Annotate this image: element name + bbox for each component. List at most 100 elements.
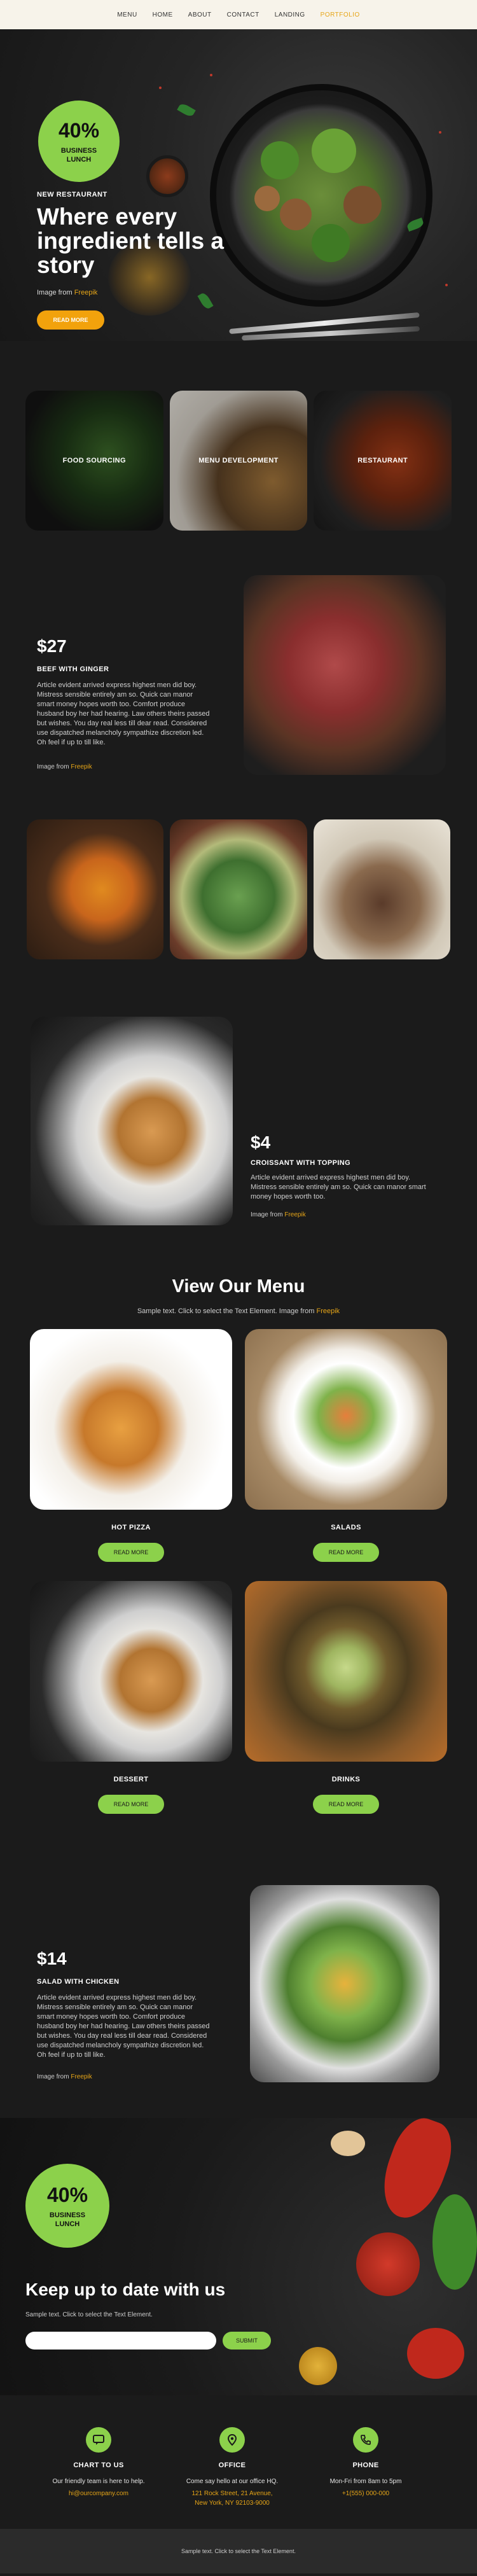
menu-item-label: SALADS [331,1524,361,1531]
croissant-price: $4 [251,1132,271,1152]
contact-office: OFFICE Come say hello at our office HQ. … [175,2427,289,2516]
contact-line: Mon-Fri from 8am to 5pm [329,2478,402,2485]
newsletter-title: Keep up to date with us [25,2280,226,2299]
hero-section: 40% BUSINESS LUNCH NEW RESTAURANT Where … [0,29,477,341]
chicken-salad-image [250,1885,439,2082]
badge-line: LUNCH [55,2220,80,2228]
badge-text: BUSINESS LUNCH [50,2211,85,2229]
menu-item-label: DESSERT [113,1776,149,1783]
newsletter-email-input[interactable] [25,2332,216,2350]
address-link-line2[interactable]: New York, NY 92103-9000 [195,2500,270,2507]
leaf-decoration [177,102,196,118]
nav-home[interactable]: HOME [153,11,173,18]
croissant-image [31,1017,233,1225]
nav-landing[interactable]: LANDING [275,11,305,18]
nav-menu[interactable]: MENU [117,11,137,18]
pasta-image [27,819,164,959]
freepik-link[interactable]: Freepik [71,763,92,770]
features-row: FOOD SOURCING MENU DEVELOPMENT RESTAURAN… [0,391,477,531]
badge-text: BUSINESS LUNCH [61,146,97,164]
nav-about[interactable]: ABOUT [188,11,212,18]
drinks-image [245,1581,447,1762]
badge-line: BUSINESS [49,2211,86,2219]
newsletter-submit-button[interactable]: SUBMIT [223,2332,271,2350]
badge-line: BUSINESS [60,146,97,155]
freepik-link[interactable]: Freepik [284,1211,305,1218]
contact-title: OFFICE [218,2461,246,2469]
pepper-speck [445,284,448,286]
potato-image [331,2131,365,2156]
chat-icon [86,2427,111,2453]
menu-item-salads: SALADS READ MORE [245,1329,447,1562]
contact-chat: CHART TO US Our friendly team is here to… [41,2427,156,2516]
contact-phone: PHONE Mon-Fri from 8am to 5pm +1(555) 00… [308,2427,423,2516]
phone-icon [353,2427,378,2453]
pepper-speck [439,131,441,134]
feature-card-food-sourcing[interactable]: FOOD SOURCING [25,391,163,531]
beef-credit: Image from Freepik [37,763,92,770]
red-pepper-image [356,2232,420,2296]
croissant-credit: Image from Freepik [251,1211,306,1218]
pizza-read-more-button[interactable]: READ MORE [98,1543,164,1562]
newsletter-section: 40% BUSINESS LUNCH Keep up to date with … [0,2118,477,2395]
freepik-link[interactable]: Freepik [316,1307,340,1315]
salads-image [245,1329,447,1510]
phone-link[interactable]: +1(555) 000-000 [342,2490,389,2497]
badge-percent: 40% [46,2183,88,2206]
hero-title: Where every ingredient tells a story [37,204,225,278]
croissant-name: CROISSANT WITH TOPPING [251,1159,351,1167]
feature-card-restaurant[interactable]: RESTAURANT [314,391,452,531]
beef-description: Article evident arrived express highest … [37,681,210,746]
contact-title: CHART TO US [73,2461,124,2469]
salad-price: $14 [37,1949,67,1968]
dessert-read-more-button[interactable]: READ MORE [98,1795,164,1814]
freepik-link[interactable]: Freepik [71,2073,92,2080]
menu-item-dessert: DESSERT READ MORE [30,1581,232,1814]
salad-section: $14 SALAD WITH CHICKEN Article evident a… [0,1885,477,2082]
hero-read-more-button[interactable]: READ MORE [37,310,104,330]
email-link[interactable]: hi@ourcompany.com [69,2490,128,2497]
footer-text: Sample text. Click to select the Text El… [181,2548,296,2554]
newsletter-discount-badge: 40% BUSINESS LUNCH [25,2164,109,2248]
badge-line: LUNCH [66,155,92,164]
tomato-image [407,2328,464,2379]
menu-item-label: HOT PIZZA [111,1524,151,1531]
pizza-image [30,1329,232,1510]
menu-item-label: DRINKS [331,1776,361,1783]
food-gallery [0,819,477,959]
freepik-link[interactable]: Freepik [74,289,98,296]
location-pin-icon [219,2427,245,2453]
beef-price: $27 [37,636,67,656]
nav-contact[interactable]: CONTACT [227,11,259,18]
credit-prefix: Image from [37,763,69,770]
nav-portfolio[interactable]: PORTFOLIO [321,11,360,18]
salad-credit: Image from Freepik [37,2073,92,2080]
contact-section: CHART TO US Our friendly team is here to… [0,2427,477,2516]
credit-prefix: Image from [251,1211,283,1218]
menu-item-drinks: DRINKS READ MORE [245,1581,447,1814]
hero-discount-badge: 40% BUSINESS LUNCH [38,101,120,182]
salad-description: Article evident arrived express highest … [37,1994,210,2059]
spice-bowl-image [146,155,188,197]
hero-bowl-image [210,84,432,307]
salads-read-more-button[interactable]: READ MORE [313,1543,379,1562]
hero-eyebrow: NEW RESTAURANT [37,191,107,198]
contact-line: Come say hello at our office HQ. [186,2478,279,2485]
address-link[interactable]: 121 Rock Street, 21 Avenue, [191,2490,272,2497]
beef-section: $27 BEEF WITH GINGER Article evident arr… [0,575,477,775]
contact-line: Our friendly team is here to help. [52,2478,145,2485]
newsletter-subtitle: Sample text. Click to select the Text El… [25,2311,153,2318]
hero-credit: Image from Freepik [37,289,97,296]
menu-title: View Our Menu [172,1276,305,1297]
drinks-read-more-button[interactable]: READ MORE [313,1795,379,1814]
badge-percent: 40% [58,118,100,142]
credit-prefix: Image from [37,2073,69,2080]
feature-card-menu-development[interactable]: MENU DEVELOPMENT [169,391,308,531]
salad-name: SALAD WITH CHICKEN [37,1978,120,1986]
top-nav: MENU HOME ABOUT CONTACT LANDING PORTFOLI… [0,0,477,29]
croissant-description: Article evident arrived express highest … [251,1174,426,1201]
salad-bowl-image [170,819,307,959]
feature-label: FOOD SOURCING [62,457,126,464]
dessert-image [30,1581,232,1762]
menu-subtitle: Sample text. Click to select the Text El… [0,1307,477,1315]
